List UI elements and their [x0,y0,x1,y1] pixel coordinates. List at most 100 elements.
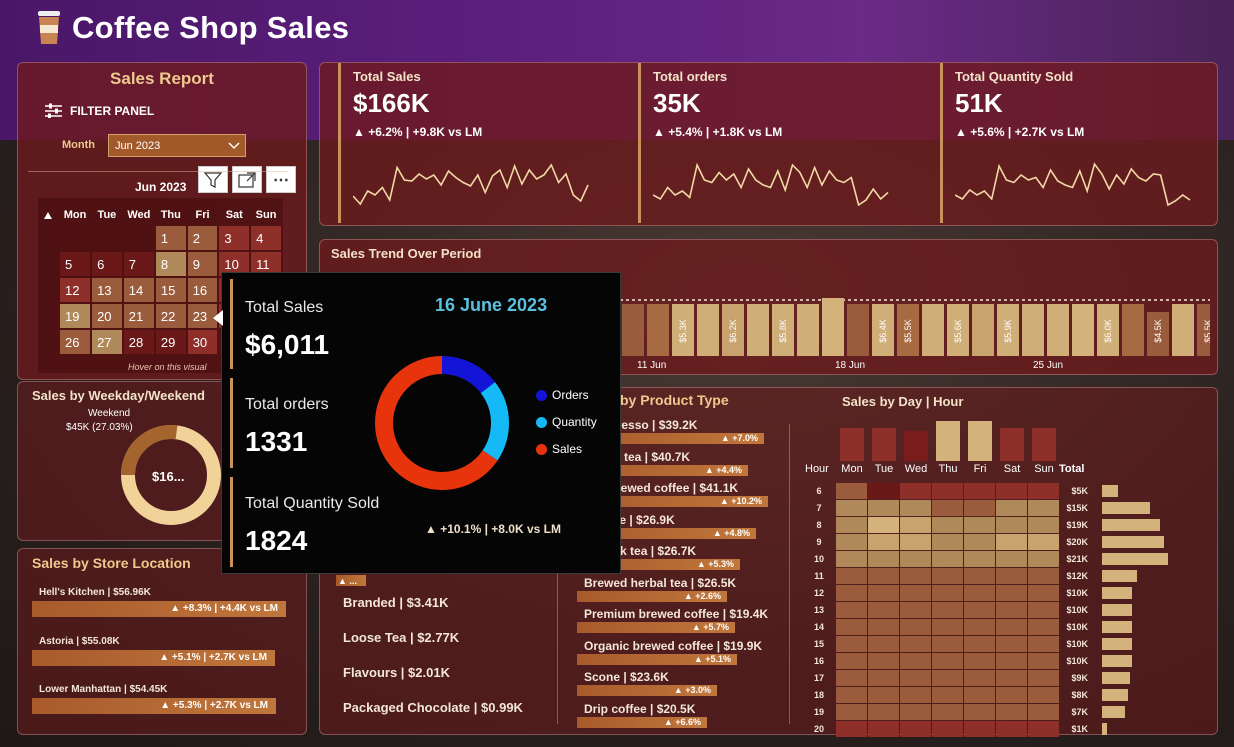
heatmap-cell[interactable] [996,721,1027,737]
heatmap-cell[interactable] [868,551,899,567]
heatmap-cell[interactable] [868,483,899,499]
heatmap-cell[interactable] [932,534,963,550]
heatmap-cell[interactable] [932,670,963,686]
calendar-day[interactable]: 6 [92,252,122,276]
heatmap-cell[interactable] [932,568,963,584]
trend-bar[interactable] [847,304,869,356]
heatmap-cell[interactable] [964,653,995,669]
heatmap-cell[interactable] [836,500,867,516]
heatmap-cell[interactable] [836,670,867,686]
heatmap-cell[interactable] [900,483,931,499]
trend-bar[interactable] [972,304,994,356]
heatmap-cell[interactable] [900,568,931,584]
trend-bar[interactable] [697,304,719,356]
heatmap-cell[interactable] [836,602,867,618]
heatmap-cell[interactable] [900,517,931,533]
month-dropdown[interactable]: Jun 2023 [108,134,246,157]
heatmap-cell[interactable] [868,500,899,516]
heatmap-cell[interactable] [996,687,1027,703]
heatmap-cell[interactable] [932,704,963,720]
heatmap-cell[interactable] [836,551,867,567]
heatmap-cell[interactable] [836,517,867,533]
heatmap-cell[interactable] [996,585,1027,601]
heatmap-cell[interactable] [900,704,931,720]
trend-bar[interactable] [1172,304,1194,356]
heatmap-cell[interactable] [964,585,995,601]
heatmap-cell[interactable] [996,551,1027,567]
calendar-day[interactable]: 16 [187,278,218,302]
heatmap-cell[interactable] [868,602,899,618]
hour-total-bar[interactable] [1102,536,1164,548]
calendar-day[interactable]: 4 [251,226,281,250]
heatmap-cell[interactable] [836,619,867,635]
calendar-day[interactable]: 26 [60,330,91,354]
heatmap-cell[interactable] [964,551,995,567]
trend-bar[interactable] [922,304,944,356]
heatmap-cell[interactable] [900,534,931,550]
heatmap-cell[interactable] [868,619,899,635]
calendar-day[interactable]: 13 [92,278,122,302]
heatmap-cell[interactable] [900,721,931,737]
heatmap-cell[interactable] [836,704,867,720]
heatmap-cell[interactable] [868,653,899,669]
heatmap-cell[interactable] [996,670,1027,686]
heatmap-cell[interactable] [964,517,995,533]
heatmap-cell[interactable] [932,619,963,635]
heatmap-cell[interactable] [932,687,963,703]
hour-total-bar[interactable] [1102,485,1118,497]
hour-total-bar[interactable] [1102,587,1132,599]
hour-total-bar[interactable] [1102,519,1160,531]
heatmap-cell[interactable] [964,483,995,499]
calendar-day[interactable]: 8 [155,252,186,276]
hour-total-bar[interactable] [1102,638,1132,650]
heatmap-cell[interactable] [964,568,995,584]
heatmap-cell[interactable] [900,602,931,618]
heatmap-cell[interactable] [868,721,899,737]
heatmap-cell[interactable] [868,704,899,720]
calendar-day[interactable]: 1 [155,226,186,250]
heatmap-cell[interactable] [836,636,867,652]
heatmap-cell[interactable] [836,585,867,601]
calendar-day[interactable]: 5 [60,252,91,276]
calendar-day[interactable]: 3 [219,226,250,250]
heatmap-cell[interactable] [996,653,1027,669]
heatmap-cell[interactable] [900,636,931,652]
heatmap-cell[interactable] [932,483,963,499]
heatmap-cell[interactable] [996,704,1027,720]
heatmap-cell[interactable] [964,687,995,703]
day-total-bar[interactable] [936,421,960,461]
calendar-day[interactable]: 9 [187,252,218,276]
heatmap-cell[interactable] [964,636,995,652]
calendar-day[interactable]: 27 [92,330,122,354]
heatmap-cell[interactable] [836,721,867,737]
calendar-day[interactable]: 29 [155,330,186,354]
hour-total-bar[interactable] [1102,553,1168,565]
day-total-bar[interactable] [1032,428,1056,461]
heatmap-cell[interactable] [868,670,899,686]
hour-total-bar[interactable] [1102,621,1132,633]
heatmap-cell[interactable] [964,704,995,720]
heatmap-cell[interactable] [932,585,963,601]
trend-bar[interactable] [747,304,769,356]
heatmap-cell[interactable] [932,721,963,737]
hour-total-bar[interactable] [1102,604,1132,616]
heatmap-cell[interactable] [964,500,995,516]
heatmap-cell[interactable] [932,602,963,618]
heatmap-cell[interactable] [964,534,995,550]
calendar-day[interactable]: 21 [123,304,154,328]
heatmap-cell[interactable] [996,517,1027,533]
heatmap-cell[interactable] [996,534,1027,550]
heatmap-cell[interactable] [868,636,899,652]
hour-total-bar[interactable] [1102,706,1125,718]
trend-bar[interactable] [1122,304,1144,356]
hour-total-bar[interactable] [1102,502,1150,514]
day-total-bar[interactable] [840,428,864,461]
day-total-bar[interactable] [1000,428,1024,461]
heatmap-cell[interactable] [900,500,931,516]
heatmap-cell[interactable] [836,568,867,584]
hour-total-bar[interactable] [1102,655,1132,667]
calendar-day[interactable]: 30 [187,330,218,354]
calendar-day[interactable]: 20 [92,304,122,328]
hour-total-bar[interactable] [1102,672,1130,684]
heatmap-cell[interactable] [964,619,995,635]
